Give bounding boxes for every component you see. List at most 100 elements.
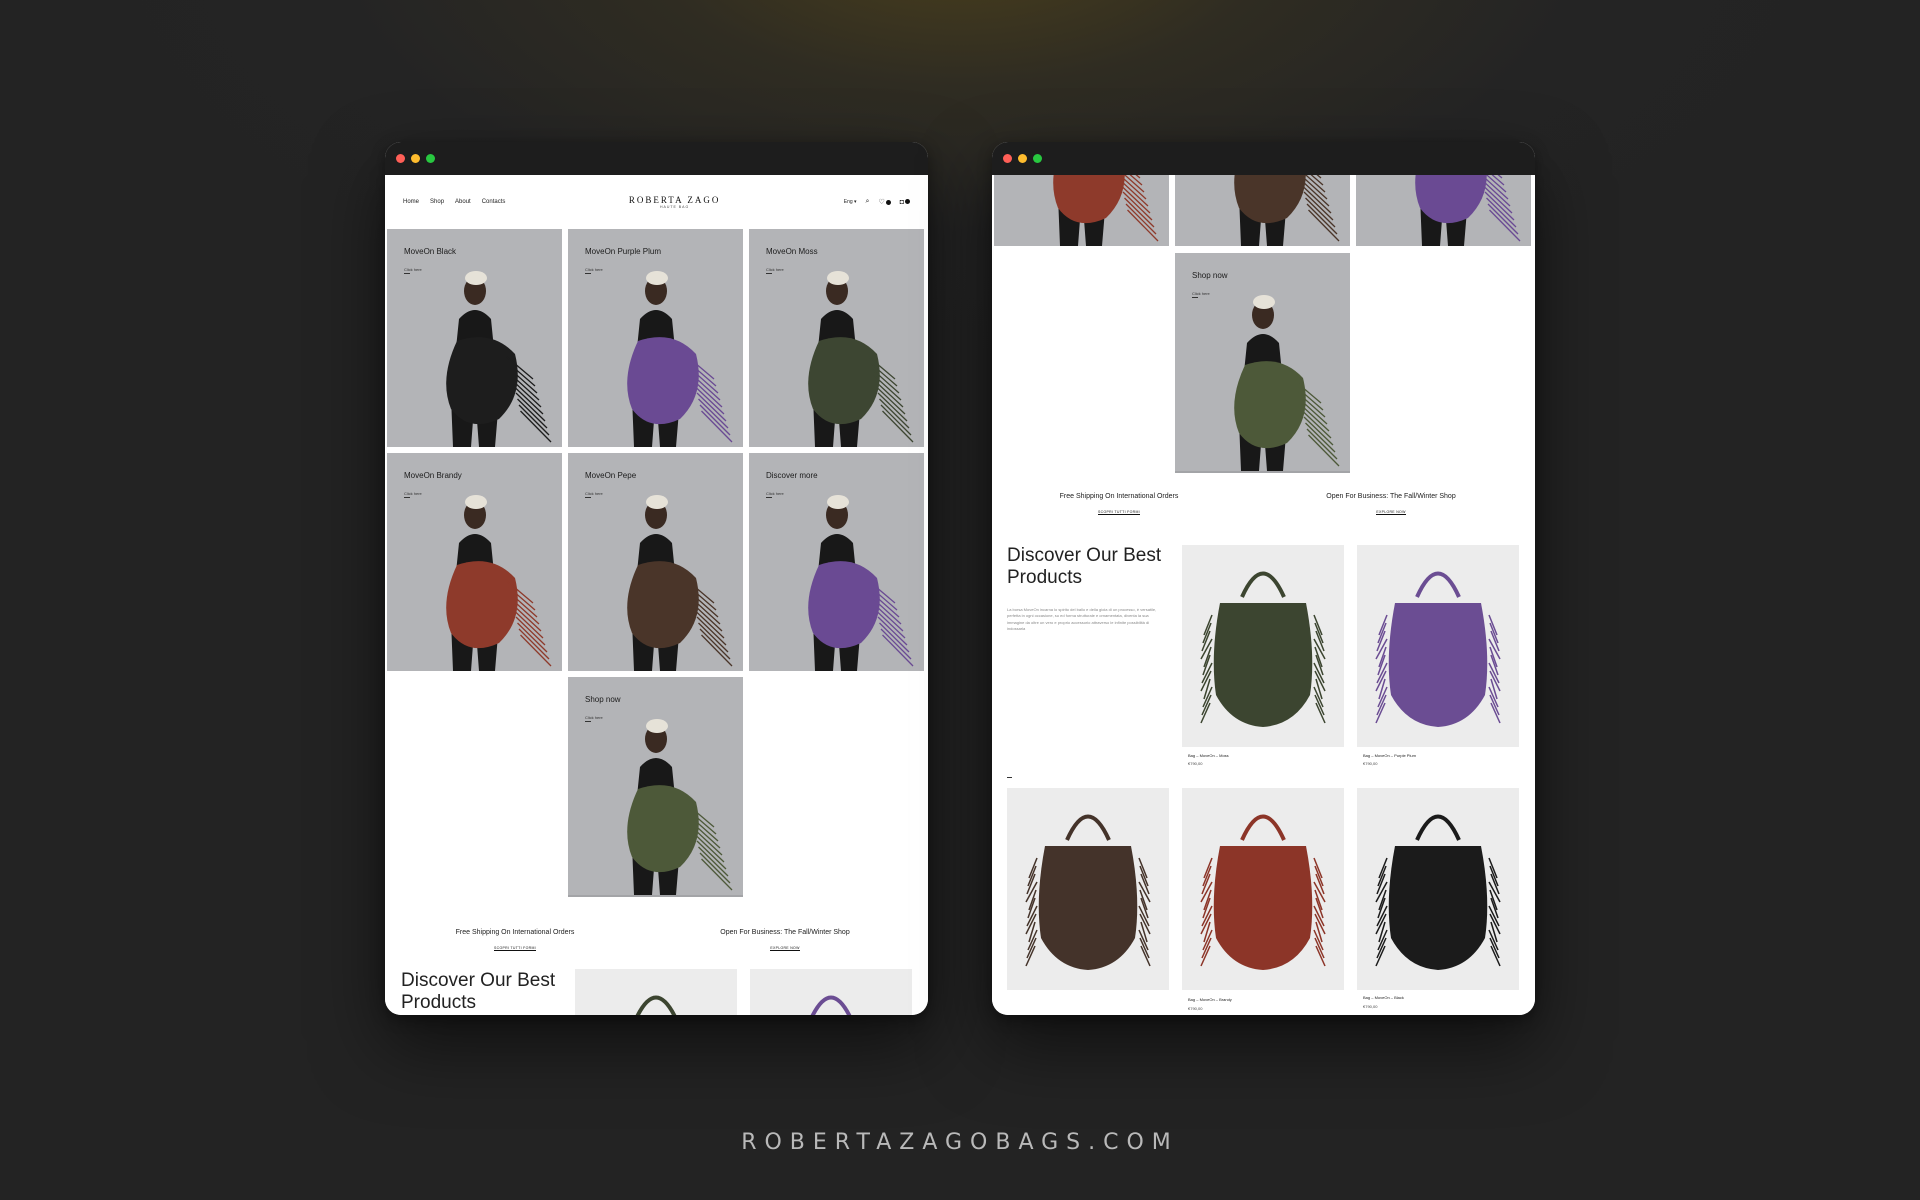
product-price: €790,00: [1363, 761, 1378, 766]
minimize-dot[interactable]: [411, 154, 420, 163]
collection-tile[interactable]: MoveOn Black Click here: [387, 229, 562, 447]
collection-tile[interactable]: [1175, 175, 1350, 246]
collection-tile[interactable]: Shop now Click here: [1175, 253, 1350, 473]
perk-business: Open For Business: The Fall/Winter Shop …: [1321, 493, 1461, 518]
collection-tile[interactable]: MoveOn Pepe Click here: [568, 453, 743, 671]
collection-tile[interactable]: Discover more Click here: [749, 453, 924, 671]
perk-button[interactable]: SCOPRI TUTTI FORMI: [494, 946, 536, 951]
product-name[interactable]: Bag – MoveOn – Moss: [1188, 753, 1229, 758]
tile-link[interactable]: Click here: [585, 491, 603, 496]
tile-link-underline: [1192, 297, 1198, 298]
product-card[interactable]: [575, 969, 737, 1015]
tile-caption: Discover more: [766, 471, 818, 480]
product-card[interactable]: [1007, 788, 1169, 990]
tile-photo: [568, 229, 743, 447]
tile-link-underline: [766, 497, 772, 498]
tile-link[interactable]: Click here: [404, 491, 422, 496]
perk-shipping: Free Shipping On International Orders SC…: [1049, 493, 1189, 518]
page-viewport: Shop now Click here Free Shipping On Inte…: [992, 175, 1535, 1015]
product-card[interactable]: [1182, 788, 1344, 990]
collection-tile[interactable]: MoveOn Purple Plum Click here: [568, 229, 743, 447]
perk-button[interactable]: EXPLORE NOW: [1376, 510, 1406, 515]
collection-tile[interactable]: [994, 175, 1169, 246]
perk-business: Open For Business: The Fall/Winter Shop …: [715, 929, 855, 954]
tile-link[interactable]: Click here: [404, 267, 422, 272]
close-dot[interactable]: [1003, 154, 1012, 163]
product-name[interactable]: Bag – MoveOn – Black: [1363, 995, 1404, 1000]
perk-shipping: Free Shipping On International Orders SC…: [445, 929, 585, 954]
discover-title: Discover Our Best Products: [1007, 545, 1162, 589]
search-icon[interactable]: ⌕: [866, 198, 870, 206]
maximize-dot[interactable]: [1033, 154, 1042, 163]
tile-link-underline: [585, 273, 591, 274]
perk-button[interactable]: SCOPRI TUTTI FORMI: [1098, 510, 1140, 515]
site-url-caption: ROBERTAZAGOBAGS.COM: [741, 1130, 1179, 1155]
main-nav: Home Shop About Contacts: [403, 199, 505, 205]
tile-photo: [568, 453, 743, 671]
collection-tile[interactable]: [1356, 175, 1531, 246]
product-image: [1007, 788, 1169, 990]
nav-shop[interactable]: Shop: [430, 199, 444, 205]
product-price: €790,00: [1188, 761, 1203, 766]
nav-about[interactable]: About: [455, 199, 471, 205]
maximize-dot[interactable]: [426, 154, 435, 163]
perk-button[interactable]: EXPLORE NOW: [770, 946, 800, 951]
brand-name: ROBERTA ZAGO: [628, 195, 721, 205]
tile-photo: [1175, 253, 1350, 471]
collection-tile[interactable]: Shop now Click here: [568, 677, 743, 897]
product-image: [1182, 788, 1344, 990]
product-card[interactable]: [1357, 788, 1519, 990]
product-card[interactable]: [750, 969, 912, 1015]
product-image: [1182, 545, 1344, 747]
product-card[interactable]: [1182, 545, 1344, 747]
tile-caption: MoveOn Black: [404, 247, 457, 256]
tile-photo: [749, 229, 924, 447]
tile-link[interactable]: Click here: [585, 267, 603, 272]
product-name[interactable]: Bag – MoveOn – Purple Plum: [1363, 753, 1416, 758]
discover-title: Discover Our Best Products: [401, 970, 556, 1014]
perk-title: Open For Business: The Fall/Winter Shop: [1326, 493, 1456, 500]
product-image: [1357, 788, 1519, 990]
title-bar: [992, 142, 1535, 175]
tile-caption: MoveOn Pepe: [585, 471, 637, 480]
product-name[interactable]: Bag – MoveOn – Brandy: [1188, 997, 1232, 1002]
site-logo[interactable]: ROBERTA ZAGO HAUTE BAG: [629, 195, 721, 209]
perk-title: Free Shipping On International Orders: [455, 929, 575, 936]
tile-link[interactable]: Click here: [585, 715, 603, 720]
header-actions: Eng ▾ ⌕ ♡ ◘: [844, 198, 910, 206]
nav-contacts[interactable]: Contacts: [482, 199, 506, 205]
tile-photo: [1356, 175, 1531, 246]
tile-photo: [568, 677, 743, 895]
page-viewport: Home Shop About Contacts ROBERTA ZAGO HA…: [385, 175, 928, 1015]
tile-link[interactable]: Click here: [1192, 291, 1210, 296]
close-dot[interactable]: [396, 154, 405, 163]
tile-caption: Shop now: [1192, 271, 1228, 280]
tile-link-underline: [585, 497, 591, 498]
minimize-dot[interactable]: [1018, 154, 1027, 163]
collection-grid-scrolled: Shop now Click here: [994, 175, 1533, 475]
product-backdrop: [575, 969, 737, 1015]
discover-description: La borsa MoveOn incarna lo spirito del b…: [1007, 607, 1157, 632]
tile-caption: MoveOn Moss: [766, 247, 818, 256]
site-header: Home Shop About Contacts ROBERTA ZAGO HA…: [385, 175, 928, 229]
tile-link[interactable]: Click here: [766, 267, 784, 272]
heart-icon[interactable]: ♡: [878, 198, 891, 206]
tile-photo: [994, 175, 1169, 246]
product-card[interactable]: [1357, 545, 1519, 747]
bag-icon[interactable]: ◘: [900, 199, 910, 206]
product-price: €790,00: [1188, 1006, 1203, 1011]
tile-link-underline: [585, 721, 591, 722]
language-select[interactable]: Eng ▾: [844, 199, 857, 205]
perk-title: Free Shipping On International Orders: [1059, 493, 1179, 500]
browser-window-right: Shop now Click here Free Shipping On Inte…: [992, 142, 1535, 1015]
collection-tile[interactable]: MoveOn Moss Click here: [749, 229, 924, 447]
product-price: €790,00: [1363, 1004, 1378, 1009]
tile-caption: Shop now: [585, 695, 621, 704]
collection-grid: MoveOn Black Click here MoveOn Purple Plum…: [387, 229, 926, 929]
tile-link-underline: [404, 497, 410, 498]
product-image: [750, 969, 912, 1015]
collection-tile[interactable]: MoveOn Brandy Click here: [387, 453, 562, 671]
tile-photo: [387, 453, 562, 671]
tile-link[interactable]: Click here: [766, 491, 784, 496]
nav-home[interactable]: Home: [403, 199, 419, 205]
